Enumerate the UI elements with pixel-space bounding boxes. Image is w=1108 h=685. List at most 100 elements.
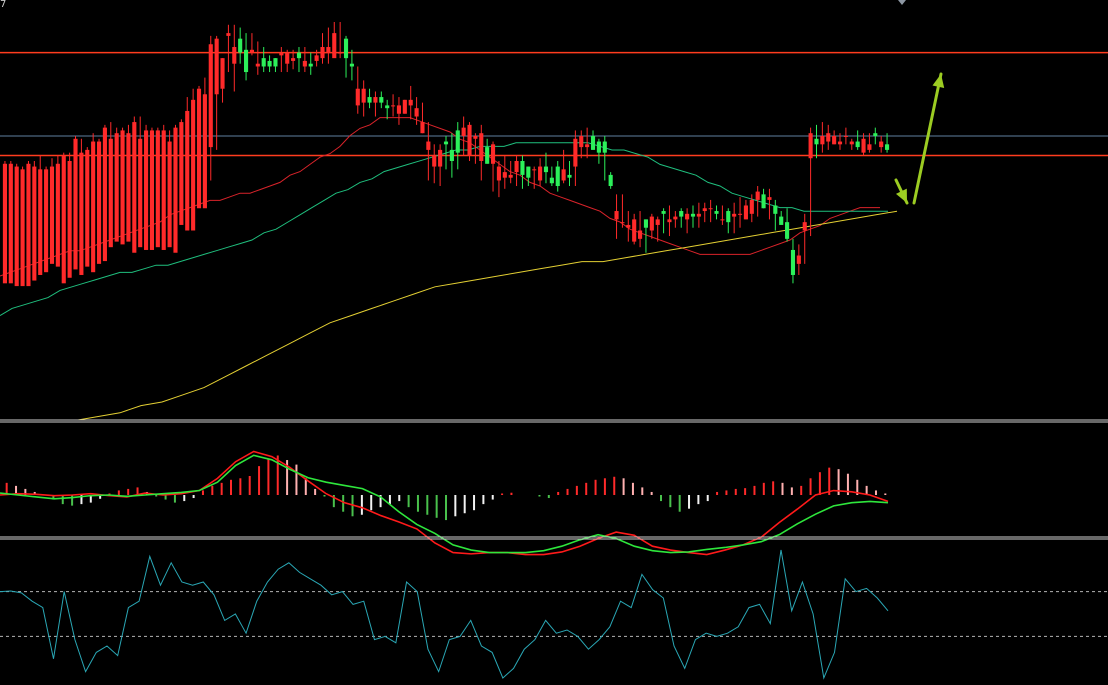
candle-body [338, 52, 343, 54]
candle-body [67, 161, 72, 278]
candle-body [179, 122, 184, 225]
candle-body [714, 211, 719, 214]
candle-body [396, 105, 402, 114]
candle-body [743, 205, 748, 220]
candle-body [614, 211, 619, 220]
candle-body [167, 141, 172, 248]
candle-body [243, 49, 249, 73]
candle-body [702, 208, 707, 212]
candle-body [443, 141, 449, 145]
candle [191, 88, 196, 231]
candle-body [820, 135, 825, 145]
candle-body [573, 138, 578, 167]
candle [55, 155, 60, 267]
candle-body [14, 166, 19, 287]
candle-body [561, 169, 566, 181]
candle-body [502, 172, 507, 178]
candle [144, 124, 149, 250]
candle-body [343, 38, 349, 59]
candle-body [391, 105, 396, 107]
candle-body [526, 166, 531, 178]
candle-body [549, 177, 554, 184]
candle-body [779, 216, 784, 225]
candle-body [91, 141, 96, 273]
candle-body [20, 169, 25, 287]
candle-body [291, 58, 296, 61]
candle [102, 124, 107, 262]
candle-body [802, 222, 807, 231]
candle-body [620, 222, 625, 224]
candle [167, 130, 172, 248]
candle-body [285, 52, 290, 64]
candle [79, 138, 84, 275]
candle-body [96, 141, 102, 264]
candle-body [837, 141, 843, 145]
chart-canvas [0, 0, 1108, 685]
candle-body [814, 138, 819, 145]
candle-body [708, 208, 713, 210]
candle-body [2, 163, 7, 284]
candle-body [737, 213, 743, 215]
candle-body [238, 38, 243, 53]
candle-body [349, 63, 354, 67]
candle-body [38, 169, 43, 275]
chart-background [0, 0, 1108, 685]
candle [8, 161, 13, 284]
candle-body [555, 166, 560, 187]
candle [114, 127, 119, 242]
candle-body [538, 166, 543, 181]
candle-body [196, 88, 202, 209]
candle-body [649, 216, 654, 231]
candle [402, 99, 407, 114]
candle-body [185, 110, 190, 231]
candle-body [879, 141, 884, 148]
candle-body [314, 55, 319, 61]
candle-body [632, 219, 637, 242]
candle-body [808, 133, 813, 159]
candle-body [267, 60, 272, 67]
candle-body [44, 169, 49, 273]
candle-body [849, 141, 854, 145]
candle [20, 166, 25, 287]
candle-body [61, 155, 66, 284]
candle-body [843, 135, 848, 137]
candle-body [161, 130, 166, 250]
candle-body [626, 224, 631, 228]
candle-body [832, 135, 837, 145]
candle-body [26, 163, 31, 287]
candle-body [690, 213, 696, 217]
candle-body [402, 99, 407, 114]
candle [14, 163, 19, 287]
candle-body [373, 97, 378, 103]
candle [61, 152, 66, 284]
candle [38, 155, 43, 275]
candle-body [755, 191, 760, 200]
candle-body [643, 219, 649, 228]
candle [2, 161, 7, 284]
candle-body [590, 135, 596, 150]
candle-body [432, 155, 437, 167]
candle-body [261, 58, 266, 67]
candle-body [138, 138, 143, 248]
candle [67, 152, 72, 278]
candle-body [385, 105, 390, 109]
candle-body [173, 127, 178, 253]
candle-body [543, 166, 549, 173]
candle-body [114, 133, 119, 242]
candle [49, 158, 55, 264]
candle-body [496, 166, 501, 181]
candle [173, 124, 178, 253]
candle-body [761, 194, 766, 209]
candle-body [191, 99, 196, 231]
candle-body [749, 199, 754, 214]
candle-body [608, 174, 613, 187]
candle-body [449, 149, 454, 161]
candle-body [667, 219, 672, 223]
candle-body [102, 127, 107, 262]
candle-body [226, 33, 231, 36]
candle-body [367, 97, 372, 103]
candle [202, 77, 207, 209]
candle-body [255, 63, 260, 67]
candle-body [855, 141, 860, 148]
candle-body [867, 144, 872, 150]
